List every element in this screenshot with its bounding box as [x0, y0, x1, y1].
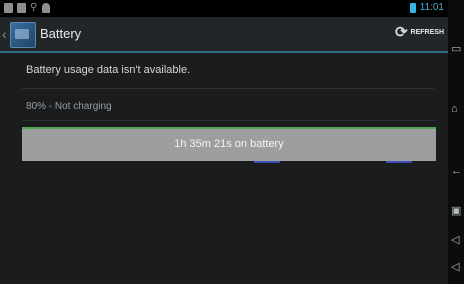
top-nav-icon[interactable]: ▭: [451, 44, 461, 55]
divider: [22, 88, 434, 89]
android-icon: [42, 3, 50, 13]
time-on-battery-label: 1h 35m 21s on battery: [174, 138, 284, 150]
volume-down-icon[interactable]: ◁: [451, 235, 459, 246]
back-icon[interactable]: ←: [451, 166, 462, 177]
battery-screen: ⚲ 11:01 ‹ Battery ⟳ REFRESH Battery usag…: [0, 0, 448, 284]
battery-graph-baseline: [22, 161, 436, 163]
status-icons: ⚲: [4, 3, 50, 13]
notification-icon: [4, 3, 13, 13]
charging-segment: [386, 161, 412, 163]
refresh-icon: ⟳: [394, 24, 408, 41]
volume-up-icon[interactable]: ◁: [451, 262, 459, 273]
status-right: 11:01: [409, 2, 444, 13]
battery-app-icon[interactable]: [10, 22, 36, 48]
home-icon[interactable]: ⌂: [451, 104, 458, 115]
page-title: Battery: [40, 26, 82, 41]
refresh-button[interactable]: ⟳ REFRESH: [395, 25, 444, 40]
screenshot-icon[interactable]: ▣: [451, 206, 461, 217]
divider: [22, 120, 434, 121]
clock: 11:01: [419, 2, 444, 13]
battery-icon: [409, 2, 416, 13]
usage-unavailable-message: Battery usage data isn't available.: [26, 64, 191, 76]
navigation-bar: ▭ ⌂ ← ▣ ◁ ◁: [448, 0, 464, 284]
status-bar: ⚲ 11:01: [0, 0, 448, 17]
charge-status: 80% - Not charging: [26, 101, 112, 112]
action-bar: ‹ Battery ⟳ REFRESH: [0, 17, 448, 53]
refresh-label: REFRESH: [410, 29, 444, 36]
usb-icon: ⚲: [30, 2, 38, 13]
up-caret-icon[interactable]: ‹: [2, 26, 7, 42]
image-icon: [17, 3, 26, 13]
charging-segment: [254, 161, 280, 163]
